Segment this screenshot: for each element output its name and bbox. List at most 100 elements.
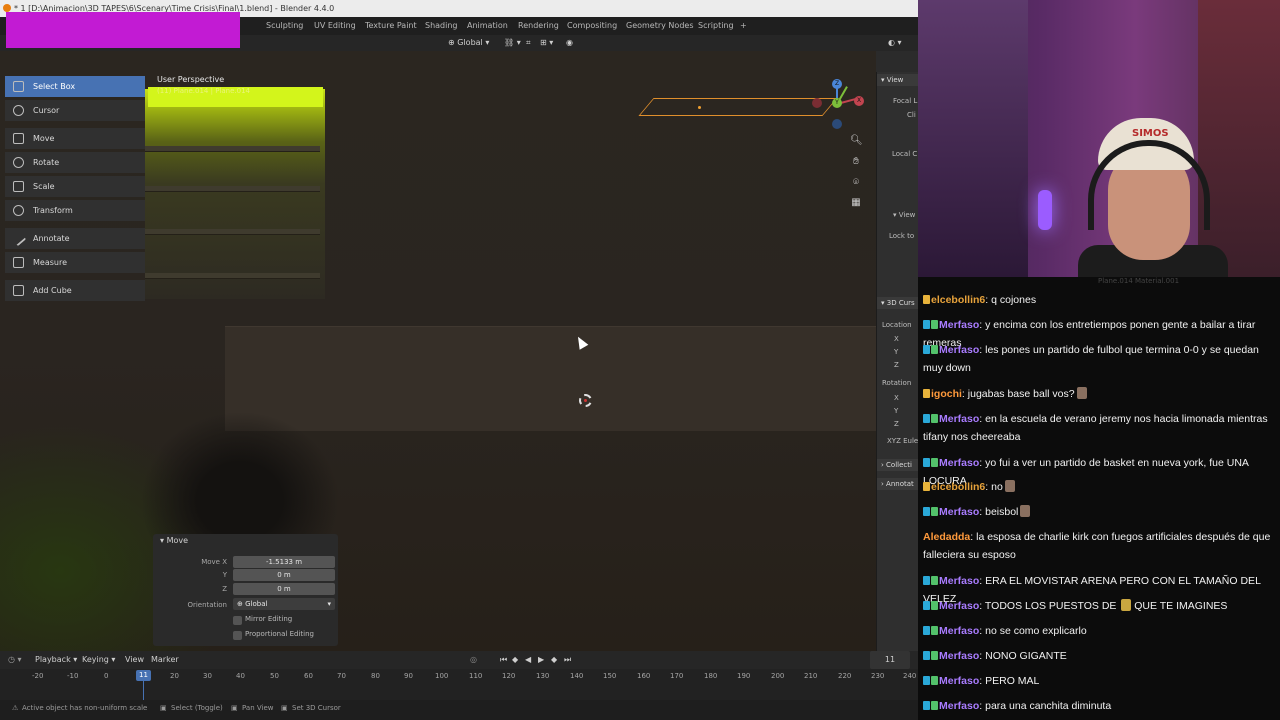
measure-icon xyxy=(13,257,24,268)
tool-label: Select Box xyxy=(33,82,76,91)
prev-keyframe-icon[interactable]: ◆ xyxy=(512,651,518,669)
chat-username: Merfaso xyxy=(939,413,980,425)
sub-badge-icon xyxy=(931,320,938,329)
jump-start-icon[interactable]: ⏮ xyxy=(500,651,507,669)
chat-username: Merfaso xyxy=(939,650,980,662)
emote-icon xyxy=(1004,480,1015,492)
transform-orientation-select[interactable]: ⊕ Global ▾ xyxy=(448,36,489,50)
selected-plane-outline[interactable] xyxy=(638,98,838,116)
tool-rotate[interactable]: Rotate xyxy=(5,152,145,173)
frame-tick: 130 xyxy=(536,672,550,680)
camera-view-icon[interactable]: ⌾ xyxy=(850,177,862,189)
operator-panel-header[interactable]: ▾ Move xyxy=(160,536,188,545)
chat-text-continued: QUE TE IMAGINES xyxy=(1134,600,1228,612)
marker-menu[interactable]: Marker xyxy=(151,651,179,669)
keying-menu-label: Keying xyxy=(82,655,109,664)
zoom-icon[interactable]: 🔍︎ xyxy=(850,135,863,147)
mirror-editing-checkbox[interactable] xyxy=(233,616,242,625)
gizmo-z-handle[interactable]: Z xyxy=(832,79,842,89)
pan-hand-icon[interactable]: ✋︎ xyxy=(850,156,862,168)
tab-rendering[interactable]: Rendering xyxy=(518,17,559,35)
view-panel-header[interactable]: ▾ View xyxy=(877,74,918,86)
collection-panel-header[interactable]: › Collecti xyxy=(877,459,918,471)
chat-text: la esposa de charlie kirk con fuegos art… xyxy=(923,531,1271,561)
move-y-field[interactable]: 0 m xyxy=(233,569,335,581)
move-x-field[interactable]: -1.5133 m xyxy=(233,556,335,568)
overlay-icon[interactable]: ◐ ▾ xyxy=(888,36,902,50)
frame-tick: 140 xyxy=(570,672,584,680)
tab-uv-editing[interactable]: UV Editing xyxy=(314,17,356,35)
ortho-grid-icon[interactable]: ▦ xyxy=(850,197,862,209)
gizmo-neg-z-handle[interactable] xyxy=(832,119,842,129)
tab-geometry-nodes[interactable]: Geometry Nodes xyxy=(626,17,693,35)
gizmo-x-handle[interactable]: X xyxy=(854,96,864,106)
chat-username: Merfaso xyxy=(939,675,980,687)
chat-text: q cojones xyxy=(991,294,1037,306)
tool-cursor[interactable]: Cursor xyxy=(5,100,145,121)
tab-sculpting[interactable]: Sculpting xyxy=(266,17,303,35)
move-z-field[interactable]: 0 m xyxy=(233,583,335,595)
snap-target-icon[interactable]: ⊞ ▾ xyxy=(540,36,553,50)
gizmo-y-handle[interactable]: Y xyxy=(832,98,842,108)
snap-icon[interactable]: ⌗ xyxy=(526,36,531,50)
tab-scripting[interactable]: Scripting xyxy=(698,17,734,35)
tool-label: Cursor xyxy=(33,106,60,115)
navigation-gizmo[interactable]: Z Y X xyxy=(810,79,866,131)
gizmo-neg-x-handle[interactable] xyxy=(812,98,822,108)
tab-shading[interactable]: Shading xyxy=(425,17,458,35)
keying-menu[interactable]: Keying ▾ xyxy=(82,651,115,669)
verified-badge-icon xyxy=(923,701,930,710)
timeline-scrubber[interactable]: -20 -10 0 20 30 40 50 60 70 80 90 100 11… xyxy=(0,669,918,700)
tab-texture-paint[interactable]: Texture Paint xyxy=(365,17,417,35)
sub-badge-icon xyxy=(923,389,930,398)
frame-tick: 100 xyxy=(435,672,449,680)
cursor-icon xyxy=(13,105,24,116)
proportional-edit-icon[interactable]: ◉ xyxy=(566,36,573,50)
pivot-point-icon[interactable]: ⛓ ▾ xyxy=(504,36,521,50)
sub-badge-icon xyxy=(931,601,938,610)
timeline-view-menu[interactable]: View xyxy=(125,651,144,669)
verified-badge-icon xyxy=(923,601,930,610)
shelf-unit-mesh xyxy=(145,89,325,299)
chat-text: beisbol xyxy=(985,506,1019,518)
frame-tick: 120 xyxy=(502,672,516,680)
annotations-panel-header[interactable]: › Annotat xyxy=(877,478,918,490)
tool-scale[interactable]: Scale xyxy=(5,176,145,197)
auto-keying-icon[interactable]: ◎ xyxy=(470,651,477,669)
orientation-select[interactable]: ⊕ Global ▾ xyxy=(233,598,335,610)
verified-badge-icon xyxy=(923,414,930,423)
current-frame-field[interactable]: 11 xyxy=(870,651,910,669)
editor-type-icon[interactable]: ◷ ▾ xyxy=(8,651,22,669)
status-pan: Pan View xyxy=(242,704,274,712)
add-workspace-button[interactable]: + xyxy=(740,17,747,35)
view-lock-subheader[interactable]: ▾ View xyxy=(893,211,915,219)
playhead-frame-badge[interactable]: 11 xyxy=(136,670,151,681)
3d-cursor-panel-header[interactable]: ▾ 3D Curs xyxy=(877,297,918,309)
tool-add-cube[interactable]: Add Cube xyxy=(5,280,145,301)
sub-badge-icon xyxy=(931,701,938,710)
emote-icon xyxy=(1121,599,1132,611)
tab-animation[interactable]: Animation xyxy=(467,17,508,35)
play-reverse-icon[interactable]: ◀ xyxy=(525,651,531,669)
chat-username: elcebollin6 xyxy=(931,481,986,493)
tool-move[interactable]: Move xyxy=(5,128,145,149)
tool-label: Add Cube xyxy=(33,286,72,295)
rotation-mode-select[interactable]: XYZ Eule xyxy=(887,437,918,445)
tool-select-box[interactable]: Select Box xyxy=(5,76,145,97)
next-keyframe-icon[interactable]: ◆ xyxy=(551,651,557,669)
chat-message: Merfaso: NONO GIGANTE xyxy=(923,647,1275,665)
tool-transform[interactable]: Transform xyxy=(5,200,145,221)
webcam-background-wall xyxy=(918,0,1028,277)
tool-measure[interactable]: Measure xyxy=(5,252,145,273)
tool-annotate[interactable]: Annotate xyxy=(5,228,145,249)
play-icon[interactable]: ▶ xyxy=(538,651,544,669)
shelf-board xyxy=(145,273,320,279)
status-cursor: Set 3D Cursor xyxy=(292,704,341,712)
jump-end-icon[interactable]: ⏭ xyxy=(564,651,571,669)
proportional-editing-checkbox[interactable] xyxy=(233,631,242,640)
view-perspective-label: User Perspective xyxy=(157,75,225,84)
playback-menu[interactable]: Playback ▾ xyxy=(35,651,77,669)
3d-cursor-icon[interactable] xyxy=(579,394,592,407)
tab-compositing[interactable]: Compositing xyxy=(567,17,617,35)
scale-icon xyxy=(13,181,24,192)
